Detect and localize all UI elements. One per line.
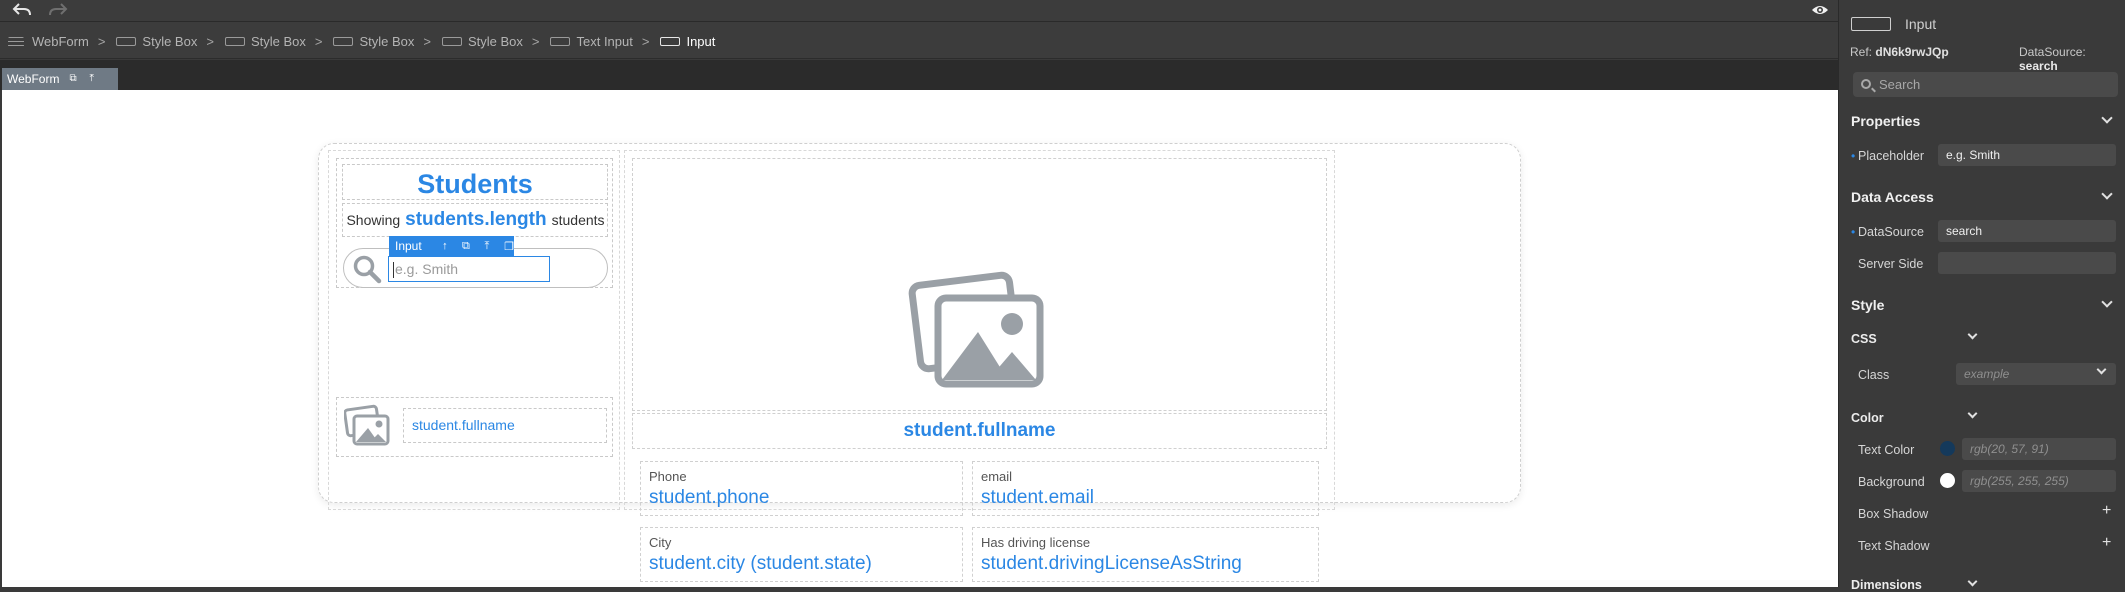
tab-label: WebForm	[7, 72, 60, 86]
panel-search-input[interactable]: Search	[1853, 72, 2118, 97]
breadcrumb-item-style-box[interactable]: Style Box	[331, 34, 414, 49]
field-driving-license[interactable]: Has driving license student.drivingLicen…	[972, 527, 1319, 582]
ref-value: dN6k9rwJQp	[1875, 45, 1949, 59]
box-icon	[116, 37, 137, 46]
field-label: City	[649, 535, 672, 550]
section-data-access[interactable]: Data Access	[1851, 189, 1934, 205]
breadcrumb-separator: >	[314, 34, 323, 49]
datasource-text: DataSource: search	[2019, 45, 2086, 73]
showing-prefix: Showing	[346, 212, 401, 228]
placeholder-field[interactable]: e.g. Smith	[1938, 144, 2116, 166]
detail-fullname: student.fullname	[632, 413, 1327, 449]
field-label: Phone	[649, 469, 687, 484]
css-subsection[interactable]: CSS	[1851, 332, 1877, 346]
redo-icon[interactable]	[48, 2, 68, 18]
class-label: Class	[1858, 368, 1890, 382]
panel-header: Input	[1851, 16, 1936, 32]
background-label: Background	[1858, 475, 1925, 489]
breadcrumb-item-webform[interactable]: WebForm	[6, 34, 89, 49]
text-color-swatch[interactable]	[1940, 441, 1955, 456]
search-placeholder: e.g. Smith	[395, 261, 459, 277]
image-placeholder-icon	[344, 404, 390, 446]
component-name: Input	[1905, 16, 1937, 32]
copy-icon[interactable]: ❐	[504, 240, 514, 253]
search-icon	[353, 255, 382, 284]
detach-icon[interactable]: ⧉	[69, 74, 79, 84]
showing-text: Showing students.length students	[343, 204, 608, 236]
datasource-field[interactable]: search	[1938, 220, 2116, 242]
datasource-label: DataSource	[1851, 225, 1924, 239]
tab-bar: WebForm ⧉ ⤒	[0, 60, 1838, 90]
box-icon	[660, 37, 681, 46]
text-color-label: Text Color	[1858, 443, 1915, 457]
plus-icon[interactable]: +	[2102, 534, 2111, 552]
field-email[interactable]: email student.email	[972, 461, 1319, 516]
list-item-name: student.fullname	[403, 408, 607, 443]
field-label: Has driving license	[981, 535, 1091, 550]
breadcrumb-separator: >	[97, 34, 106, 49]
breadcrumb-separator: >	[641, 34, 650, 49]
breadcrumb-bar: WebForm > Style Box > Style Box > Style …	[0, 22, 1838, 59]
ref-text: Ref: dN6k9rwJQp	[1850, 45, 1949, 59]
top-toolbar	[0, 0, 1838, 22]
field-value: student.phone	[649, 487, 770, 508]
panel-search-placeholder: Search	[1879, 77, 1921, 92]
search-icon	[1861, 79, 1871, 89]
select-parent-icon[interactable]: ↑	[442, 240, 448, 252]
breadcrumb-item-style-box[interactable]: Style Box	[440, 34, 523, 49]
background-swatch[interactable]	[1940, 473, 1955, 488]
dimensions-subsection[interactable]: Dimensions	[1851, 578, 1922, 592]
tab-webform[interactable]: WebForm ⧉ ⤒	[2, 68, 118, 90]
section-style[interactable]: Style	[1851, 297, 1884, 313]
text-color-field[interactable]: rgb(20, 57, 91)	[1962, 438, 2116, 460]
collapse-icon[interactable]: ⤒	[89, 74, 99, 84]
showing-count: students.length	[405, 209, 547, 230]
class-select[interactable]: example	[1956, 363, 2116, 385]
collapse-icon[interactable]: ⤒	[484, 240, 490, 253]
placeholder-label: Placeholder	[1851, 149, 1924, 163]
field-phone[interactable]: Phone student.phone	[640, 461, 963, 516]
breadcrumb-separator: >	[206, 34, 214, 49]
field-value: student.city (student.state)	[649, 553, 872, 574]
selection-label: Input	[395, 239, 422, 253]
breadcrumb-item-style-box[interactable]: Style Box	[223, 34, 306, 49]
breadcrumb: WebForm > Style Box > Style Box > Style …	[6, 34, 715, 49]
field-label: email	[981, 469, 1013, 484]
breadcrumb-item-style-box[interactable]: Style Box	[114, 34, 197, 49]
box-icon	[224, 37, 245, 46]
box-icon	[550, 37, 571, 46]
section-properties[interactable]: Properties	[1851, 113, 1920, 129]
image-placeholder-icon	[908, 271, 1044, 388]
server-side-field[interactable]	[1938, 252, 2116, 274]
input-icon	[1851, 17, 1891, 31]
eye-icon[interactable]	[1811, 2, 1829, 18]
text-shadow-label: Text Shadow	[1858, 539, 1930, 553]
breadcrumb-separator: >	[531, 34, 540, 49]
box-icon	[333, 37, 354, 46]
selection-toolbar: Input ↑ ⧉ ⤒ ❐	[389, 236, 514, 256]
field-value: student.email	[981, 487, 1095, 508]
box-shadow-label: Box Shadow	[1858, 507, 1929, 521]
detach-icon[interactable]: ⧉	[462, 240, 470, 253]
field-value: student.drivingLicenseAsString	[981, 553, 1242, 574]
hamburger-icon	[8, 36, 24, 47]
datasource-value: search	[2019, 59, 2058, 73]
page-title: Students	[417, 169, 533, 199]
showing-suffix: students	[551, 212, 605, 228]
plus-icon[interactable]: +	[2102, 502, 2111, 520]
field-city[interactable]: City student.city (student.state)	[640, 527, 963, 582]
search-input[interactable]: e.g. Smith	[388, 256, 550, 282]
color-subsection[interactable]: Color	[1851, 411, 1884, 425]
box-icon	[441, 37, 462, 46]
breadcrumb-item-input[interactable]: Input	[658, 34, 715, 49]
background-field[interactable]: rgb(255, 255, 255)	[1962, 470, 2116, 492]
server-side-label: Server Side	[1858, 257, 1924, 271]
breadcrumb-separator: >	[423, 34, 431, 49]
breadcrumb-item-text-input[interactable]: Text Input	[548, 34, 633, 49]
undo-icon[interactable]	[12, 2, 32, 18]
